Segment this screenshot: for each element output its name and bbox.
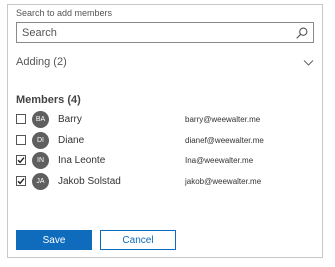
- search-input[interactable]: [22, 26, 272, 39]
- cancel-button[interactable]: Cancel: [100, 230, 176, 250]
- member-row: DI Diane dianef@weewalter.me: [16, 130, 316, 150]
- member-name: Ina Leonte: [58, 154, 106, 166]
- member-row: BA Barry barry@weewalter.me: [16, 109, 316, 129]
- avatar: IN: [32, 151, 49, 169]
- member-name: Jakob Solstad: [58, 175, 121, 187]
- search-icon[interactable]: [296, 27, 308, 39]
- avatar: JA: [32, 172, 49, 190]
- adding-expander[interactable]: Adding (2): [16, 52, 314, 72]
- avatar: BA: [32, 110, 49, 128]
- member-checkbox[interactable]: [16, 114, 26, 124]
- member-email: jakob@weewalter.me: [185, 176, 262, 186]
- member-checkbox[interactable]: [16, 155, 26, 165]
- adding-label: Adding (2): [16, 56, 67, 68]
- member-email: Ina@weewalter.me: [185, 155, 254, 165]
- member-row: JA Jakob Solstad jakob@weewalter.me: [16, 171, 316, 191]
- add-members-panel: Search to add members Adding (2) Members…: [7, 4, 323, 258]
- member-checkbox[interactable]: [16, 176, 26, 186]
- avatar: DI: [32, 131, 49, 149]
- member-email: dianef@weewalter.me: [185, 135, 264, 145]
- member-email: barry@weewalter.me: [185, 114, 261, 124]
- search-field[interactable]: [16, 22, 314, 43]
- member-checkbox[interactable]: [16, 135, 26, 145]
- members-heading: Members (4): [16, 94, 81, 106]
- member-name: Barry: [58, 113, 82, 125]
- checkmark-icon: [17, 178, 25, 185]
- save-button[interactable]: Save: [16, 230, 92, 250]
- checkmark-icon: [17, 157, 25, 164]
- search-label: Search to add members: [16, 8, 113, 18]
- member-name: Diane: [58, 134, 85, 146]
- chevron-down-icon[interactable]: [303, 57, 314, 68]
- member-row: IN Ina Leonte Ina@weewalter.me: [16, 150, 316, 170]
